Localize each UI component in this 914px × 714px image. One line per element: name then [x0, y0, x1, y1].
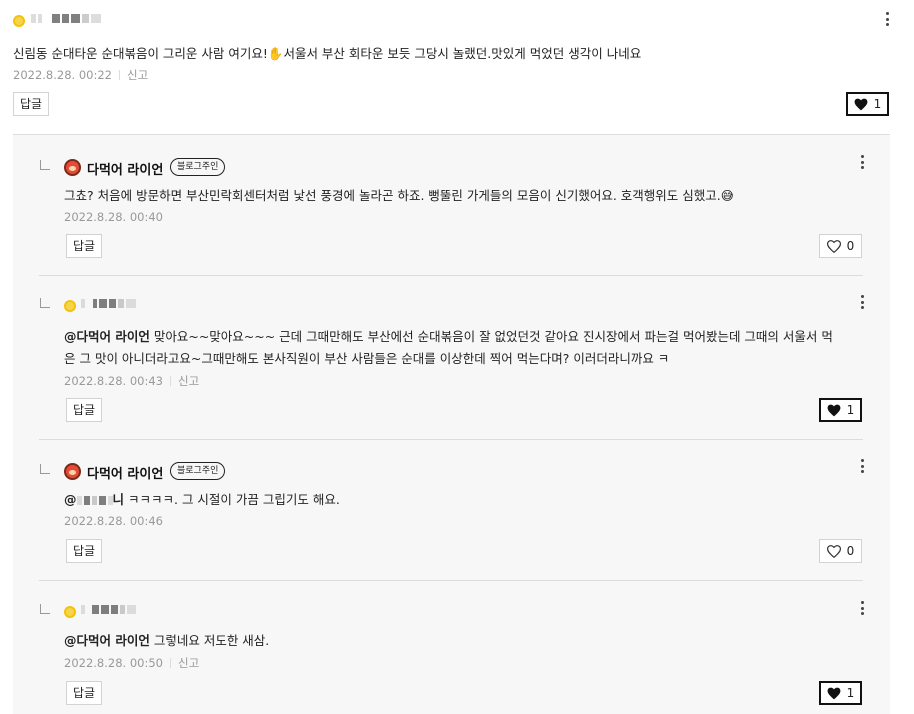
reply-button[interactable]: 답글: [66, 234, 102, 258]
blurred-username[interactable]: [81, 603, 136, 615]
like-count: 1: [846, 403, 855, 417]
heart-icon: [827, 687, 841, 699]
report-link[interactable]: 신고: [178, 374, 199, 388]
reply-meta: 2022.8.28. 00:43 신고: [64, 373, 199, 389]
user-avatar-icon[interactable]: [13, 15, 25, 27]
author-name[interactable]: 다먹어 라이언: [87, 159, 163, 178]
blurred-username[interactable]: [81, 297, 136, 309]
like-button[interactable]: 0: [819, 539, 862, 563]
more-options-icon[interactable]: [855, 295, 869, 309]
top-comment: 신림동 순대타운 순대볶음이 그리운 사람 여기요!✋서울서 부산 회타운 보듯…: [0, 0, 914, 134]
report-link[interactable]: 신고: [178, 656, 199, 670]
reply-text-line-1: @다먹어 라이언 맞아요~~맞아요~~~ 근데 그때만해도 부산에선 순대볶음이…: [64, 326, 833, 348]
reply-button[interactable]: 답글: [66, 539, 102, 563]
owner-badge: 블로그주인: [170, 158, 226, 176]
comment-meta: 2022.8.28. 00:22 신고: [13, 67, 148, 83]
more-options-icon[interactable]: [855, 459, 869, 473]
reply-button[interactable]: 답글: [66, 681, 102, 705]
mention-suffix: 니: [112, 492, 125, 507]
reply-text-line: @ 니 ㅋㅋㅋㅋ. 그 시절이 가끔 그립기도 해요.: [64, 489, 340, 511]
heart-outline-icon: [826, 239, 841, 253]
blurred-username[interactable]: [31, 12, 101, 24]
reply-elbow-icon: [40, 604, 50, 614]
owner-badge: 블로그주인: [170, 462, 226, 480]
more-options-icon[interactable]: [880, 12, 894, 26]
reply-button[interactable]: 답글: [66, 398, 102, 422]
reply-date: 2022.8.28. 00:40: [64, 210, 163, 224]
like-count: 0: [846, 239, 855, 253]
mention[interactable]: @다먹어 라이언: [64, 633, 150, 648]
user-avatar-icon[interactable]: [64, 606, 76, 618]
reply-text: 그쵸? 처음에 방문하면 부산민락회센터처럼 낯선 풍경에 놀라곤 하죠. 뻥뚤…: [64, 188, 734, 203]
like-button[interactable]: 1: [846, 92, 889, 116]
reply-text: 맞아요~~맞아요~~~ 근데 그때만해도 부산에선 순대볶음이 잘 없었던것 같…: [153, 329, 833, 344]
more-options-icon[interactable]: [855, 601, 869, 615]
like-button[interactable]: 1: [819, 398, 862, 422]
reply-date: 2022.8.28. 00:43: [64, 374, 163, 388]
like-count: 1: [873, 97, 882, 111]
reply-elbow-icon: [40, 298, 50, 308]
user-avatar-icon[interactable]: [64, 300, 76, 312]
owner-avatar-icon[interactable]: [64, 463, 81, 480]
reply-button[interactable]: 답글: [13, 92, 49, 116]
meta-divider: [118, 70, 120, 80]
reply-text: ㅋㅋㅋㅋ. 그 시절이 가끔 그립기도 해요.: [128, 492, 340, 507]
reply-date: 2022.8.28. 00:50: [64, 656, 163, 670]
owner-avatar-icon[interactable]: [64, 159, 81, 176]
meta-divider: [169, 658, 171, 668]
reply-text-line: @다먹어 라이언 그렇네요 저도한 새삼.: [64, 630, 269, 652]
reply-elbow-icon: [40, 464, 50, 474]
reply-divider: [39, 439, 863, 440]
comment-date: 2022.8.28. 00:22: [13, 68, 112, 82]
more-options-icon[interactable]: [855, 155, 869, 169]
reply-thread: 다먹어 라이언 블로그주인 그쵸? 처음에 방문하면 부산민락회센터처럼 낯선 …: [13, 134, 890, 714]
reply-text: 그렇네요 저도한 새삼.: [153, 633, 270, 648]
meta-divider: [169, 376, 171, 386]
reply-meta: 2022.8.28. 00:50 신고: [64, 655, 199, 671]
author-name[interactable]: 다먹어 라이언: [87, 463, 163, 482]
reply-elbow-icon: [40, 160, 50, 170]
heart-outline-icon: [826, 544, 841, 558]
heart-icon: [854, 98, 868, 110]
blurred-mention: [76, 495, 113, 507]
like-count: 0: [846, 544, 855, 558]
mention[interactable]: @ 니: [64, 492, 124, 507]
reply-divider: [39, 580, 863, 581]
like-button[interactable]: 1: [819, 681, 862, 705]
reply-text-line-2: 은 그 맛이 아니더라고요~그때만해도 본사직원이 부산 사람들은 순대를 이상…: [64, 351, 670, 366]
like-count: 1: [846, 686, 855, 700]
reply-date: 2022.8.28. 00:46: [64, 514, 163, 528]
like-button[interactable]: 0: [819, 234, 862, 258]
mention[interactable]: @다먹어 라이언: [64, 329, 150, 344]
report-link[interactable]: 신고: [127, 68, 148, 82]
comment-text: 신림동 순대타운 순대볶음이 그리운 사람 여기요!✋서울서 부산 회타운 보듯…: [13, 46, 642, 61]
reply-divider: [39, 275, 863, 276]
heart-icon: [827, 404, 841, 416]
